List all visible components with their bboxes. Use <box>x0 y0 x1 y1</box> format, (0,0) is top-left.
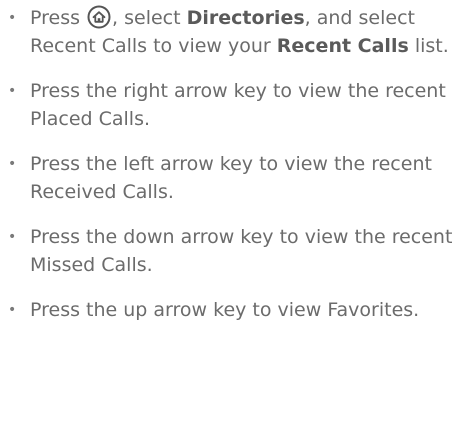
home-icon <box>87 5 111 29</box>
instruction-text: Press the up arrow key to view Favorites… <box>30 299 420 321</box>
instruction-item-4: • Press the down arrow key to view the r… <box>8 223 465 279</box>
instruction-list: • Press , select Directories, and select… <box>0 4 469 324</box>
instruction-text: Press the left arrow key to view the rec… <box>30 153 432 203</box>
instruction-item-2: • Press the right arrow key to view the … <box>8 77 465 133</box>
recent-calls-label: Recent Calls <box>276 35 409 57</box>
directories-label: Directories <box>186 7 305 29</box>
bullet: • <box>8 10 17 26</box>
text-segment: list. <box>408 35 449 57</box>
instruction-text: Press the down arrow key to view the rec… <box>30 226 453 276</box>
text-segment: , select <box>112 7 187 29</box>
instruction-text: Press the right arrow key to view the re… <box>30 80 446 130</box>
instruction-item-3: • Press the left arrow key to view the r… <box>8 150 465 206</box>
instruction-item-5: • Press the up arrow key to view Favorit… <box>8 296 465 324</box>
bullet: • <box>8 156 17 172</box>
text-segment: Press <box>30 7 87 29</box>
instruction-item-1: • Press , select Directories, and select… <box>8 4 465 60</box>
bullet: • <box>8 83 17 99</box>
bullet: • <box>8 229 17 245</box>
bullet: • <box>8 302 17 318</box>
